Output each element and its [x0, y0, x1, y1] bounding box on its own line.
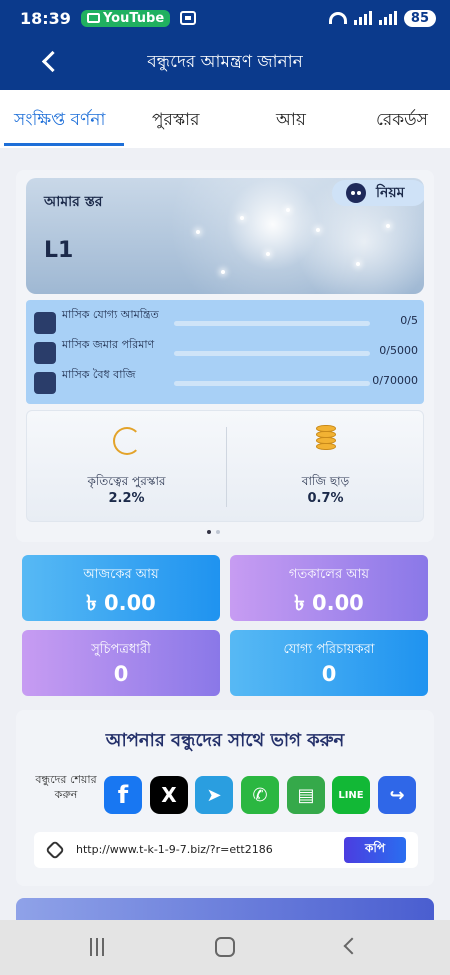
tab-records[interactable]: রেকর্ডস: [376, 107, 428, 135]
share-section: আপনার বন্ধুদের সাথে ভাগ করুন বন্ধুদের শে…: [16, 710, 434, 886]
system-navbar: [0, 920, 450, 975]
back-icon[interactable]: [40, 50, 58, 72]
level-card: আমার স্তর L1 নিয়ম মাসিক যোগ্য আমন্ত্রিত…: [16, 170, 434, 542]
nav-back-icon[interactable]: [343, 937, 361, 955]
share-icon[interactable]: ↪: [378, 776, 416, 814]
facebook-icon[interactable]: f: [104, 776, 142, 814]
copy-button[interactable]: কপি: [344, 837, 406, 863]
whatsapp-icon[interactable]: ✆: [241, 776, 279, 814]
yesterday-income-card: গতকালের আয় ৳ 0.00: [230, 555, 428, 621]
reward-panel: কৃতিত্বের পুরস্কার 2.2% বাজি ছাড় 0.7%: [26, 410, 424, 522]
subscribers-card: সুচিপত্রধারী 0: [22, 630, 220, 696]
youtube-badge: YouTube: [80, 9, 171, 27]
wifi-icon: [328, 12, 347, 24]
qualified-referrers-card: যোগ্য পরিচায়করা 0: [230, 630, 428, 696]
signal-icon-2: [378, 11, 397, 25]
page-title: বন্ধুদের আমন্ত্রণ জানান: [147, 52, 303, 72]
carousel-dots: [207, 530, 220, 534]
progress-panel: মাসিক যোগ্য আমন্ত্রিত 0/5 মাসিক জমার পরি…: [26, 300, 424, 404]
share-label: বন্ধুদের শেয়ার করুন: [35, 773, 97, 801]
app-header: বন্ধুদের আমন্ত্রণ জানান: [0, 36, 450, 90]
tab-income[interactable]: আয়: [276, 107, 306, 135]
battery-indicator: 85: [403, 9, 436, 27]
bet-rebate: বাজি ছাড় 0.7%: [226, 411, 425, 523]
money-bag-icon: [34, 342, 56, 364]
progress-row: মাসিক জমার পরিমাণ 0/5000: [34, 338, 418, 366]
home-icon[interactable]: [215, 937, 235, 957]
tab-rewards[interactable]: পুরস্কার: [152, 107, 199, 135]
active-tab-indicator: [4, 143, 124, 146]
rules-button[interactable]: নিয়ম: [332, 180, 424, 206]
invite-link-field: http://www.t-k-1-9-7.biz/?r=ett2186 কপি: [34, 832, 418, 868]
sms-icon[interactable]: ▤: [287, 776, 325, 814]
line-icon[interactable]: LINE: [332, 776, 370, 814]
people-icon: [34, 312, 56, 334]
reward-cycle-icon: [113, 427, 141, 455]
progress-bar: [174, 381, 370, 386]
tab-summary[interactable]: সংক্ষিপ্ত বর্ণনা: [14, 107, 105, 135]
signal-icon: [353, 11, 372, 25]
tab-bar: সংক্ষিপ্ত বর্ণনা পুরস্কার আয় রেকর্ডস: [0, 90, 450, 148]
coins-icon: [316, 425, 336, 453]
cast-icon: [86, 13, 100, 23]
progress-bar: [174, 351, 370, 356]
status-time: 18:39: [20, 8, 71, 28]
recent-apps-icon[interactable]: [90, 938, 108, 956]
rules-icon: [346, 183, 366, 203]
achievement-reward: কৃতিত্বের পুরস্কার 2.2%: [27, 411, 226, 523]
progress-bar: [174, 321, 370, 326]
rules-label: নিয়ম: [376, 185, 405, 201]
telegram-icon[interactable]: ➤: [195, 776, 233, 814]
screenshot-icon: [180, 11, 197, 25]
level-value: L1: [44, 238, 74, 263]
link-icon: [45, 840, 65, 860]
progress-row: মাসিক যোগ্য আমন্ত্রিত 0/5: [34, 308, 418, 336]
share-title: আপনার বন্ধুদের সাথে ভাগ করুন: [105, 730, 345, 751]
status-bar: 18:39 YouTube 85: [0, 0, 450, 36]
today-income-card: আজকের আয় ৳ 0.00: [22, 555, 220, 621]
invite-url: http://www.t-k-1-9-7.biz/?r=ett2186: [76, 843, 273, 856]
level-label: আমার স্তর: [44, 194, 103, 210]
x-icon[interactable]: X: [150, 776, 188, 814]
progress-row: মাসিক বৈধ বাজি 0/70000: [34, 368, 418, 396]
dice-icon: [34, 372, 56, 394]
level-banner: আমার স্তর L1 নিয়ম: [26, 178, 424, 294]
